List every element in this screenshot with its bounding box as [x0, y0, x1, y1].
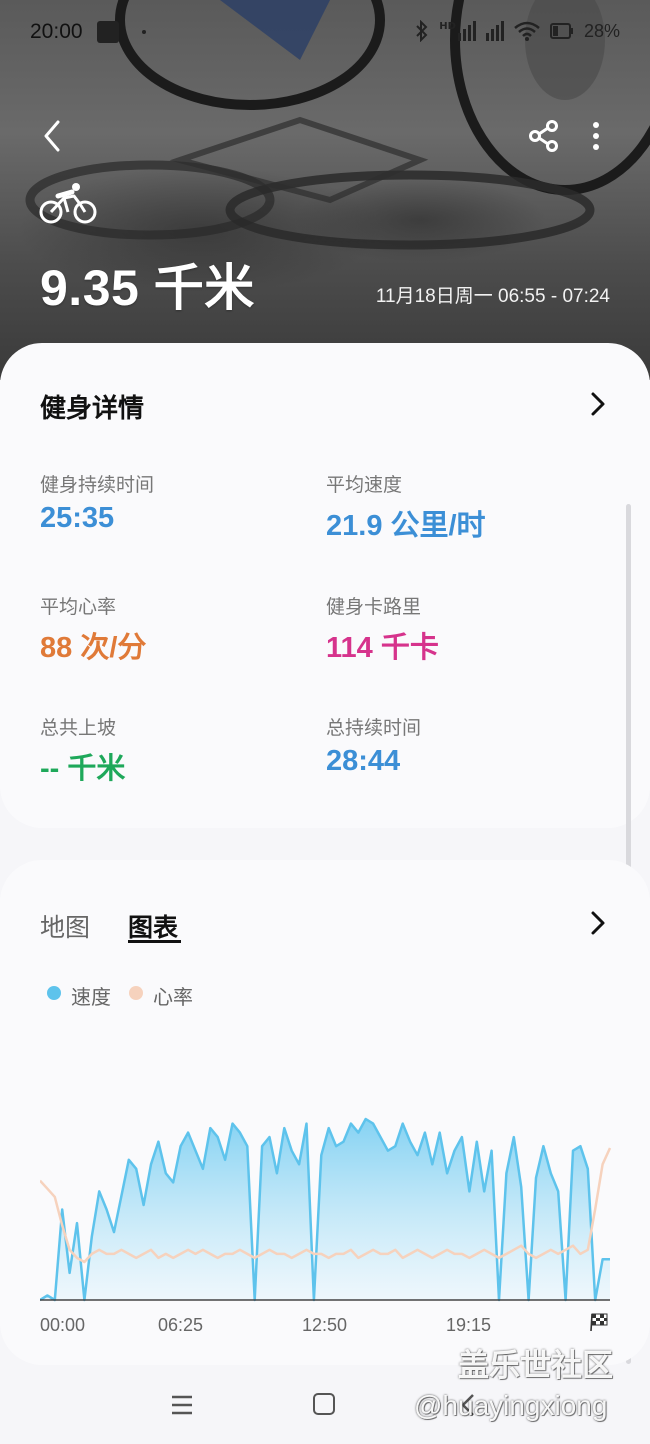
- battery-icon: [549, 23, 573, 39]
- finish-flag-icon: [590, 1313, 608, 1331]
- stat-duration-label: 健身持续时间: [40, 474, 155, 496]
- stat-avg-hr-label: 平均心率: [40, 596, 117, 618]
- tab-chart[interactable]: 图表: [128, 908, 178, 944]
- notification-icon: [97, 21, 119, 43]
- share-button[interactable]: [526, 118, 562, 154]
- legend-speed-label: 速度: [71, 985, 111, 1009]
- x-tick-0: 00:00: [40, 1315, 86, 1335]
- stat-avg-hr-value: 88 次/分: [40, 632, 147, 664]
- stat-calories-label: 健身卡路里: [326, 596, 422, 618]
- stat-total-duration-value: 28:44: [326, 745, 401, 777]
- legend-hr-label: 心率: [153, 985, 193, 1009]
- tab-active-indicator: [128, 940, 181, 943]
- recent-apps-button[interactable]: [170, 1393, 194, 1417]
- chart-chevron-right-icon[interactable]: [588, 909, 608, 937]
- stat-avg-speed-value: 21.9 公里/时: [326, 510, 486, 542]
- status-icons: HD 28%: [415, 20, 620, 42]
- workout-datetime: 11月18日周一 06:55 - 07:24: [375, 286, 610, 307]
- stat-total-duration-label: 总持续时间: [326, 717, 422, 739]
- cycling-icon: [39, 183, 97, 224]
- battery-percent: 28%: [583, 20, 620, 41]
- x-tick-2: 12:50: [302, 1315, 348, 1335]
- signal-icon: HD: [439, 21, 476, 41]
- stat-avg-speed-label: 平均速度: [326, 474, 403, 496]
- more-options-button[interactable]: [584, 118, 608, 154]
- details-title: 健身详情: [40, 394, 145, 424]
- tab-map[interactable]: 地图: [40, 908, 90, 944]
- status-bar: 20:00 HD 28%: [0, 0, 650, 66]
- back-button[interactable]: [36, 116, 72, 156]
- wifi-icon: [514, 21, 540, 41]
- legend-speed-dot: [47, 986, 61, 1000]
- legend-hr-dot: [129, 986, 143, 1000]
- watermark-title: 盖乐世社区: [458, 1348, 613, 1384]
- signal2-icon: [485, 21, 504, 41]
- x-tick-3: 19:15: [446, 1315, 492, 1335]
- watermark-handle: @huayingxiong: [414, 1390, 608, 1421]
- stat-calories-value: 114 千卡: [326, 632, 439, 664]
- distance-value: 9.35 千米: [40, 260, 255, 316]
- home-button[interactable]: [313, 1393, 335, 1415]
- hd-label: HD: [439, 21, 456, 32]
- speed-hr-chart: [40, 1117, 612, 1302]
- x-tick-1: 06:25: [158, 1315, 204, 1335]
- status-time: 20:00: [30, 20, 83, 43]
- more-notifications-icon: [142, 30, 146, 34]
- stat-duration-value: 25:35: [40, 502, 115, 534]
- stat-elevation-value: -- 千米: [40, 753, 126, 785]
- details-chevron-right-icon[interactable]: [588, 390, 608, 418]
- stat-elevation-label: 总共上坡: [40, 717, 117, 739]
- bluetooth-icon: [416, 20, 428, 42]
